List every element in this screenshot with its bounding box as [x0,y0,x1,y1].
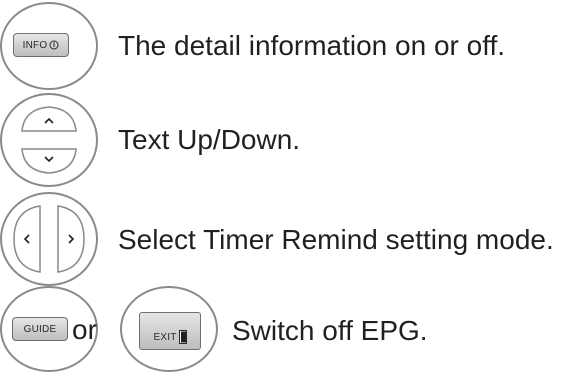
guide-button[interactable]: GUIDE [12,317,68,341]
info-description: The detail information on or off. [118,30,506,61]
updown-description: Text Up/Down. [118,124,301,155]
leftright-row: Select Timer Remind setting mode. [0,190,565,286]
or-text: or [72,314,97,345]
exit-button-label: EXIT [153,332,177,343]
left-right-rocker-icon[interactable] [0,192,98,286]
leftright-description: Select Timer Remind setting mode. [118,224,554,255]
info-circle-icon [49,40,59,50]
up-down-rocker-icon[interactable] [0,93,98,187]
info-button[interactable]: INFO [13,33,69,57]
guide-button-label: GUIDE [23,323,57,335]
info-row: INFO The detail information on or off. [0,0,565,90]
updown-row: Text Up/Down. [0,90,565,190]
exit-button[interactable]: EXIT [139,312,201,350]
guide-exit-row: GUIDE or EXIT Switch off EPG. [0,286,565,372]
exit-door-icon [178,330,187,344]
guide-exit-description: Switch off EPG. [232,315,428,346]
info-button-label: INFO [22,39,48,51]
